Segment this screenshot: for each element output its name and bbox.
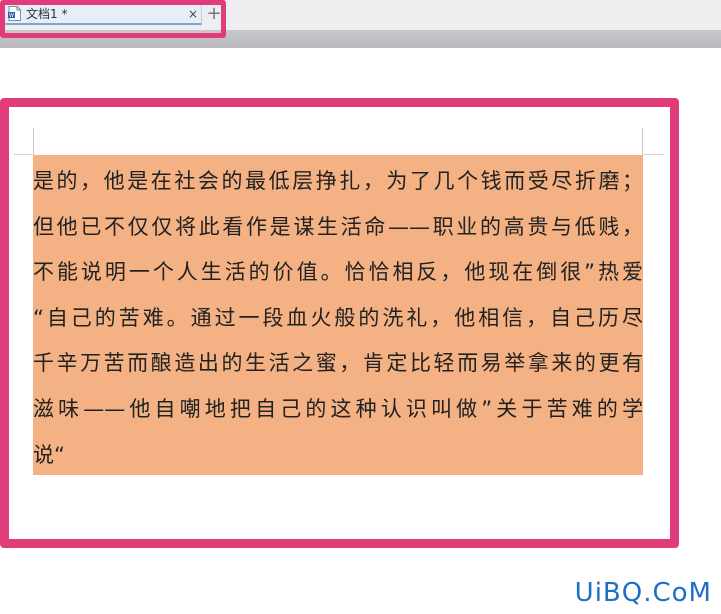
page-margin-mark [33, 128, 34, 155]
paragraph-line[interactable]: 说“ [33, 433, 643, 479]
document-text-selection[interactable]: 是的，他是在社会的最低层挣扎，为了几个钱而受尽折磨； 但他已不仅仅将此看作是谋生… [33, 155, 643, 475]
watermark-logo: UiBQ.CoM [574, 578, 712, 608]
paragraph-line[interactable]: 滋味——他自嘲地把自己的这种认识叫做”关于苦难的学 [33, 387, 643, 433]
paragraph-line[interactable]: “自己的苦难。通过一段血火般的洗礼，他相信，自己历尽 [33, 296, 643, 342]
page-margin-mark [642, 128, 643, 155]
paragraph-line[interactable]: 但他已不仅仅将此看作是谋生活命——职业的高贵与低贱， [33, 205, 643, 251]
paragraph-line[interactable]: 是的，他是在社会的最低层挣扎，为了几个钱而受尽折磨； [33, 159, 643, 205]
tab-annotation-box [0, 0, 226, 38]
page-margin-mark [642, 154, 664, 155]
paragraph-line[interactable]: 不能说明一个人生活的价值。恰恰相反，他现在倒很”热爱 [33, 250, 643, 296]
paragraph-line[interactable]: 千辛万苦而酿造出的生活之蜜，肯定比轻而易举拿来的更有 [33, 341, 643, 387]
page-margin-mark [14, 154, 34, 155]
